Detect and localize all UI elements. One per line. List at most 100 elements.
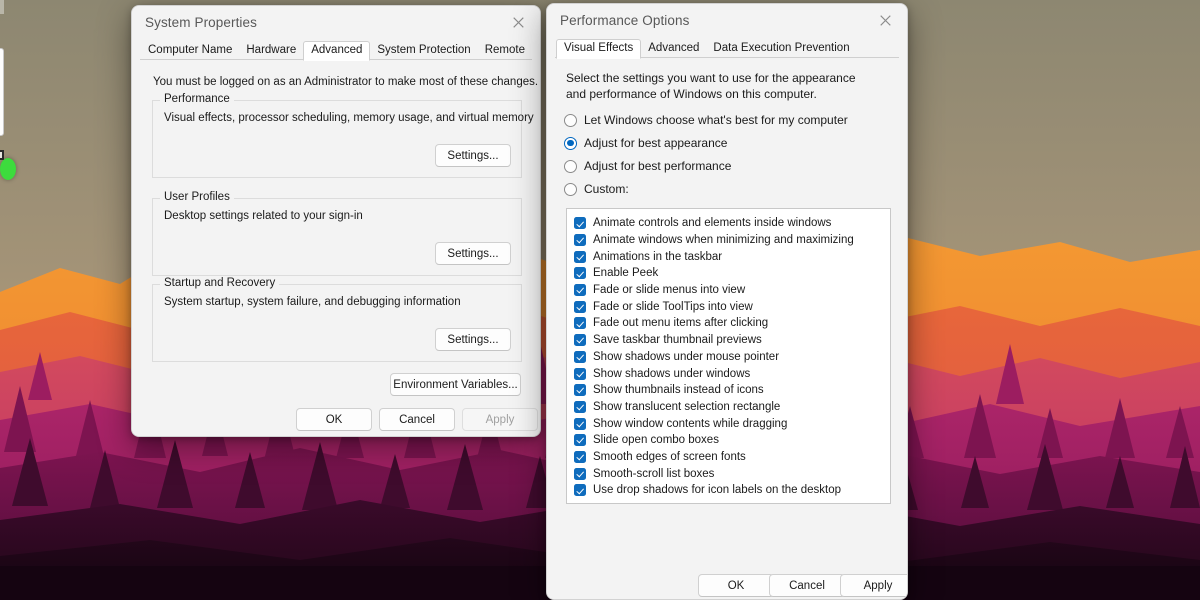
performance-options-body: Select the settings you want to use for … bbox=[547, 58, 907, 600]
performance-groupbox: Performance Visual effects, processor sc… bbox=[152, 100, 522, 178]
partial-window-edge[interactable] bbox=[0, 48, 4, 136]
list-item-label: Animate controls and elements inside win… bbox=[593, 217, 831, 229]
radio-label: Adjust for best appearance bbox=[584, 136, 727, 150]
user-profiles-groupbox: User Profiles Desktop settings related t… bbox=[152, 198, 522, 276]
performance-options-apply-button[interactable]: Apply bbox=[840, 574, 908, 597]
tab-remote[interactable]: Remote bbox=[478, 42, 532, 60]
list-item-label: Show shadows under mouse pointer bbox=[593, 351, 779, 363]
tab-visual-effects[interactable]: Visual Effects bbox=[556, 39, 641, 59]
close-icon[interactable] bbox=[863, 4, 907, 36]
checkbox-checked-icon[interactable] bbox=[574, 334, 586, 346]
list-item-label: Show translucent selection rectangle bbox=[593, 401, 780, 413]
list-item-label: Show shadows under windows bbox=[593, 368, 750, 380]
green-status-dot-icon[interactable] bbox=[0, 158, 16, 180]
tab-advanced[interactable]: Advanced bbox=[303, 41, 370, 61]
startup-recovery-settings-button[interactable]: Settings... bbox=[435, 328, 511, 351]
tab-computer-name[interactable]: Computer Name bbox=[141, 42, 239, 60]
user-profiles-settings-button[interactable]: Settings... bbox=[435, 242, 511, 265]
system-properties-dialog: System Properties Computer Name Hardware… bbox=[131, 5, 541, 437]
performance-options-ok-button[interactable]: OK bbox=[698, 574, 774, 597]
radio-custom[interactable]: Custom: bbox=[564, 182, 629, 196]
performance-options-tabstrip: Visual Effects Advanced Data Execution P… bbox=[547, 36, 907, 58]
list-item[interactable]: Show window contents while dragging bbox=[574, 415, 890, 432]
checkbox-checked-icon[interactable] bbox=[574, 301, 586, 313]
list-item-label: Smooth edges of screen fonts bbox=[593, 451, 746, 463]
environment-variables-button[interactable]: Environment Variables... bbox=[390, 373, 521, 396]
list-item[interactable]: Fade or slide menus into view bbox=[574, 282, 890, 299]
list-item-label: Fade out menu items after clicking bbox=[593, 317, 768, 329]
tab-data-execution-prevention[interactable]: Data Execution Prevention bbox=[706, 40, 856, 58]
list-item[interactable]: Enable Peek bbox=[574, 265, 890, 282]
list-item-label: Animate windows when minimizing and maxi… bbox=[593, 234, 854, 246]
tab-advanced[interactable]: Advanced bbox=[641, 40, 706, 58]
list-item-label: Fade or slide ToolTips into view bbox=[593, 301, 753, 313]
performance-options-cancel-button[interactable]: Cancel bbox=[769, 574, 845, 597]
checkbox-checked-icon[interactable] bbox=[574, 401, 586, 413]
list-item[interactable]: Smooth edges of screen fonts bbox=[574, 449, 890, 466]
list-item[interactable]: Show shadows under mouse pointer bbox=[574, 349, 890, 366]
performance-options-title: Performance Options bbox=[560, 13, 689, 28]
list-item[interactable]: Animations in the taskbar bbox=[574, 248, 890, 265]
list-item-label: Enable Peek bbox=[593, 267, 658, 279]
list-item-label: Fade or slide menus into view bbox=[593, 284, 745, 296]
list-item-label: Show thumbnails instead of icons bbox=[593, 384, 764, 396]
radio-indicator bbox=[564, 183, 577, 196]
checkbox-checked-icon[interactable] bbox=[574, 267, 586, 279]
checkbox-checked-icon[interactable] bbox=[574, 217, 586, 229]
checkbox-checked-icon[interactable] bbox=[574, 384, 586, 396]
system-properties-cancel-button[interactable]: Cancel bbox=[379, 408, 455, 431]
radio-best-performance[interactable]: Adjust for best performance bbox=[564, 159, 731, 173]
checkbox-checked-icon[interactable] bbox=[574, 351, 586, 363]
list-item-label: Save taskbar thumbnail previews bbox=[593, 334, 762, 346]
list-item[interactable]: Show thumbnails instead of icons bbox=[574, 382, 890, 399]
system-properties-titlebar[interactable]: System Properties bbox=[132, 6, 540, 38]
list-item[interactable]: Fade or slide ToolTips into view bbox=[574, 298, 890, 315]
visual-effects-listbox[interactable]: Animate controls and elements inside win… bbox=[566, 208, 891, 504]
checkbox-checked-icon[interactable] bbox=[574, 251, 586, 263]
system-properties-title: System Properties bbox=[145, 15, 257, 30]
list-item[interactable]: Animate windows when minimizing and maxi… bbox=[574, 232, 890, 249]
tab-system-protection[interactable]: System Protection bbox=[370, 42, 477, 60]
list-item[interactable]: Save taskbar thumbnail previews bbox=[574, 332, 890, 349]
performance-group-legend: Performance bbox=[160, 93, 234, 105]
admin-notice: You must be logged on as an Administrato… bbox=[153, 76, 538, 88]
performance-options-dialog: Performance Options Visual Effects Advan… bbox=[546, 3, 908, 600]
list-item[interactable]: Show shadows under windows bbox=[574, 365, 890, 382]
startup-recovery-group-description: System startup, system failure, and debu… bbox=[164, 296, 461, 308]
startup-recovery-group-legend: Startup and Recovery bbox=[160, 277, 279, 289]
checkbox-checked-icon[interactable] bbox=[574, 434, 586, 446]
checkbox-checked-icon[interactable] bbox=[574, 468, 586, 480]
tab-hardware[interactable]: Hardware bbox=[239, 42, 303, 60]
checkbox-checked-icon[interactable] bbox=[574, 234, 586, 246]
checkbox-checked-icon[interactable] bbox=[574, 484, 586, 496]
performance-options-titlebar[interactable]: Performance Options bbox=[547, 4, 907, 36]
system-properties-ok-button[interactable]: OK bbox=[296, 408, 372, 431]
checkbox-checked-icon[interactable] bbox=[574, 418, 586, 430]
close-icon[interactable] bbox=[496, 6, 540, 38]
list-item-label: Animations in the taskbar bbox=[593, 251, 722, 263]
performance-settings-button[interactable]: Settings... bbox=[435, 144, 511, 167]
system-properties-tabstrip: Computer Name Hardware Advanced System P… bbox=[132, 38, 540, 60]
edge-icon-b[interactable] bbox=[0, 0, 4, 14]
system-properties-body: You must be logged on as an Administrato… bbox=[132, 60, 540, 437]
list-item-label: Slide open combo boxes bbox=[593, 434, 719, 446]
list-item-label: Smooth-scroll list boxes bbox=[593, 468, 714, 480]
radio-let-windows-choose[interactable]: Let Windows choose what's best for my co… bbox=[564, 113, 848, 127]
checkbox-checked-icon[interactable] bbox=[574, 451, 586, 463]
radio-best-appearance[interactable]: Adjust for best appearance bbox=[564, 136, 727, 150]
startup-recovery-groupbox: Startup and Recovery System startup, sys… bbox=[152, 284, 522, 362]
list-item[interactable]: Fade out menu items after clicking bbox=[574, 315, 890, 332]
list-item[interactable]: Slide open combo boxes bbox=[574, 432, 890, 449]
checkbox-checked-icon[interactable] bbox=[574, 284, 586, 296]
list-item[interactable]: Smooth-scroll list boxes bbox=[574, 465, 890, 482]
radio-indicator bbox=[564, 114, 577, 127]
checkbox-checked-icon[interactable] bbox=[574, 317, 586, 329]
performance-options-intro: Select the settings you want to use for … bbox=[566, 70, 876, 102]
checkbox-checked-icon[interactable] bbox=[574, 368, 586, 380]
radio-indicator bbox=[564, 160, 577, 173]
list-item[interactable]: Use drop shadows for icon labels on the … bbox=[574, 482, 890, 499]
radio-indicator bbox=[564, 137, 577, 150]
list-item[interactable]: Animate controls and elements inside win… bbox=[574, 215, 890, 232]
list-item[interactable]: Show translucent selection rectangle bbox=[574, 399, 890, 416]
list-item-label: Use drop shadows for icon labels on the … bbox=[593, 484, 841, 496]
